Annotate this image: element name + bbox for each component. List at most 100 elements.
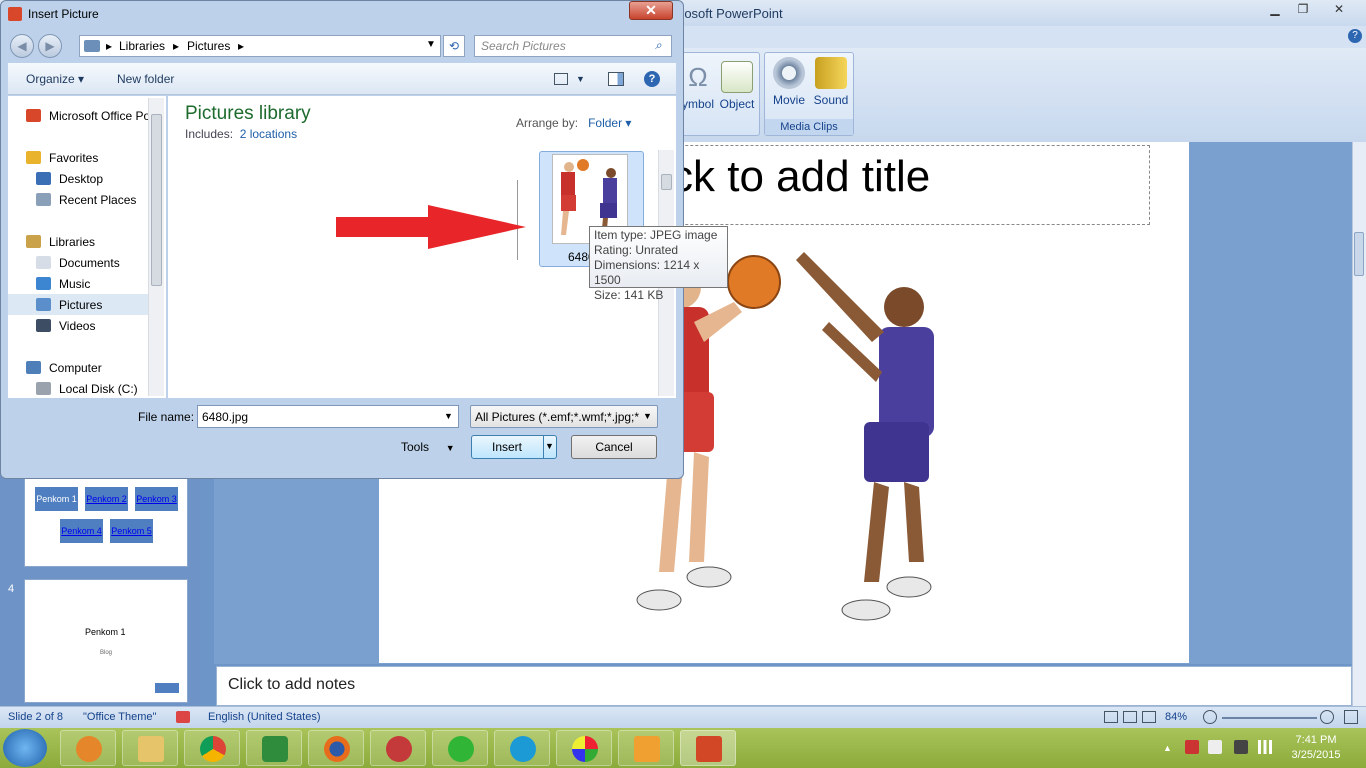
normal-view-icon[interactable]	[1104, 711, 1118, 723]
address-history-dropdown[interactable]: ▼	[426, 39, 436, 50]
action-center-icon[interactable]	[1185, 740, 1199, 754]
thumb4-arrow-shape	[155, 683, 179, 693]
close-window-button[interactable]: ✕	[1320, 1, 1358, 18]
nav-item-libraries[interactable]: Libraries	[8, 231, 148, 252]
taskbar-skype[interactable]	[494, 730, 550, 766]
media-player-icon	[76, 736, 102, 762]
nav-scroll-thumb[interactable]	[151, 114, 162, 286]
scroll-thumb[interactable]	[1354, 232, 1364, 276]
nav-item-computer[interactable]: Computer	[8, 357, 148, 378]
taskbar-media-player[interactable]	[60, 730, 116, 766]
organize-menu[interactable]: Organize ▾	[26, 72, 84, 86]
breadcrumb-pictures[interactable]: Pictures	[187, 39, 230, 53]
breadcrumb-arrow[interactable]: ▸	[238, 39, 244, 53]
nav-item-music[interactable]: Music	[18, 273, 158, 294]
system-clock[interactable]: 7:41 PM 3/25/2015	[1280, 733, 1352, 763]
zoom-out-icon[interactable]	[1203, 710, 1217, 724]
view-dropdown-icon[interactable]: ▼	[576, 74, 585, 84]
cancel-button[interactable]: Cancel	[571, 435, 657, 459]
file-name-label: File name:	[138, 410, 195, 424]
locations-link[interactable]: 2 locations	[240, 127, 297, 141]
new-folder-button[interactable]: New folder	[117, 72, 174, 86]
address-bar[interactable]: ▸ Libraries ▸ Pictures ▸ ▼	[79, 35, 441, 57]
show-hidden-icons[interactable]: ▲	[1163, 743, 1172, 753]
taskbar-paint[interactable]	[556, 730, 612, 766]
insert-dropdown-icon[interactable]: ▼	[545, 441, 554, 451]
search-placeholder: Search Pictures	[481, 39, 566, 53]
preview-pane-icon[interactable]	[608, 72, 624, 86]
nav-item-recent-places[interactable]: Recent Places	[18, 189, 158, 210]
player2-shorts	[864, 422, 929, 482]
paint-icon	[572, 736, 598, 762]
start-button[interactable]	[3, 729, 47, 767]
zoom-slider[interactable]	[1222, 717, 1317, 719]
network-icon[interactable]	[1258, 740, 1272, 754]
object-button[interactable]: Object	[717, 61, 757, 111]
nav-item-documents[interactable]: Documents	[18, 252, 158, 273]
nav-item-icon	[26, 109, 41, 122]
thumb-penkom-button: Penkom 2	[85, 487, 128, 511]
taskbar-powerpoint[interactable]	[680, 730, 736, 766]
maximize-button[interactable]: ❐	[1289, 1, 1317, 18]
library-title: Pictures library	[185, 103, 311, 124]
search-input[interactable]: Search Pictures ⌕	[474, 35, 672, 57]
sound-button[interactable]: Sound	[811, 57, 851, 107]
slide-sorter-icon[interactable]	[1123, 711, 1137, 723]
file-type-filter[interactable]: All Pictures (*.emf;*.wmf;*.jpg;* ▼	[470, 405, 658, 428]
tooltip-rating: Rating: Unrated	[594, 243, 679, 257]
fit-to-window-icon[interactable]	[1344, 710, 1358, 724]
taskbar-firefox[interactable]	[308, 730, 364, 766]
player2-leg-left	[864, 482, 889, 582]
taskbar-app[interactable]	[370, 730, 426, 766]
file-list-scroll-thumb[interactable]	[661, 174, 672, 190]
nav-item-pictures[interactable]: Pictures	[8, 294, 148, 315]
zoom-level[interactable]: 84%	[1165, 711, 1187, 723]
player2-arm-up	[796, 252, 884, 342]
power-icon[interactable]	[1234, 740, 1248, 754]
slide-thumbnail-4[interactable]: Penkom 1 Blog	[24, 579, 188, 703]
zoom-in-icon[interactable]	[1320, 710, 1334, 724]
nav-item-videos[interactable]: Videos	[18, 315, 158, 336]
taskbar-chrome[interactable]	[184, 730, 240, 766]
breadcrumb-arrow[interactable]: ▸	[106, 39, 112, 53]
language-indicator[interactable]: English (United States)	[208, 711, 321, 723]
tools-menu[interactable]: Tools ▼	[401, 440, 455, 454]
taskbar-explorer[interactable]	[122, 730, 178, 766]
title-placeholder[interactable]: ck to add title	[620, 145, 1150, 225]
forward-button[interactable]: ▶	[38, 34, 62, 58]
minimize-button[interactable]: ▁	[1261, 1, 1289, 18]
dialog-close-button[interactable]: ✕	[629, 1, 673, 20]
breadcrumb-arrow[interactable]: ▸	[173, 39, 179, 53]
nav-item-desktop[interactable]: Desktop	[18, 168, 158, 189]
spellcheck-icon[interactable]	[176, 711, 190, 723]
help-icon[interactable]: ?	[1348, 29, 1362, 43]
nav-item-local-disk-c[interactable]: Local Disk (C:)	[18, 378, 158, 399]
volume-icon[interactable]	[1208, 740, 1222, 754]
nav-item-microsoft-office-po[interactable]: Microsoft Office Po	[8, 105, 150, 126]
speaker-icon	[815, 57, 847, 89]
slide-thumbnail-3[interactable]: Penkom 1 Penkom 2 Penkom 3 Penkom 4 Penk…	[24, 478, 188, 567]
insert-button[interactable]: Insert ▼	[471, 435, 557, 459]
file-name-dropdown-icon[interactable]: ▼	[444, 411, 453, 421]
symbol-button[interactable]: Ω ymbol	[681, 61, 715, 111]
symbol-label: ymbol	[681, 97, 714, 111]
help-icon[interactable]: ?	[644, 71, 660, 87]
taskbar-app-2[interactable]	[618, 730, 674, 766]
slideshow-icon[interactable]	[1142, 711, 1156, 723]
nav-item-favorites[interactable]: Favorites	[8, 147, 148, 168]
file-name-value: 6480.jpg	[202, 410, 249, 424]
change-view-icon[interactable]	[554, 73, 568, 85]
taskbar-hao123[interactable]	[246, 730, 302, 766]
back-button[interactable]: ◀	[10, 34, 34, 58]
movie-button[interactable]: Movie	[769, 57, 809, 107]
refresh-button[interactable]: ⟲	[443, 35, 465, 57]
slide-vertical-scrollbar[interactable]	[1352, 142, 1366, 706]
breadcrumb-libraries[interactable]: Libraries	[119, 39, 165, 53]
notes-pane[interactable]: Click to add notes	[216, 666, 1352, 706]
navigation-scrollbar[interactable]	[148, 98, 164, 396]
firefox-icon	[324, 736, 350, 762]
tooltip-item-type: Item type: JPEG image	[594, 228, 718, 242]
file-name-input[interactable]: 6480.jpg ▼	[197, 405, 459, 428]
arrange-by-dropdown[interactable]: Folder ▾	[588, 116, 631, 130]
taskbar-line[interactable]	[432, 730, 488, 766]
